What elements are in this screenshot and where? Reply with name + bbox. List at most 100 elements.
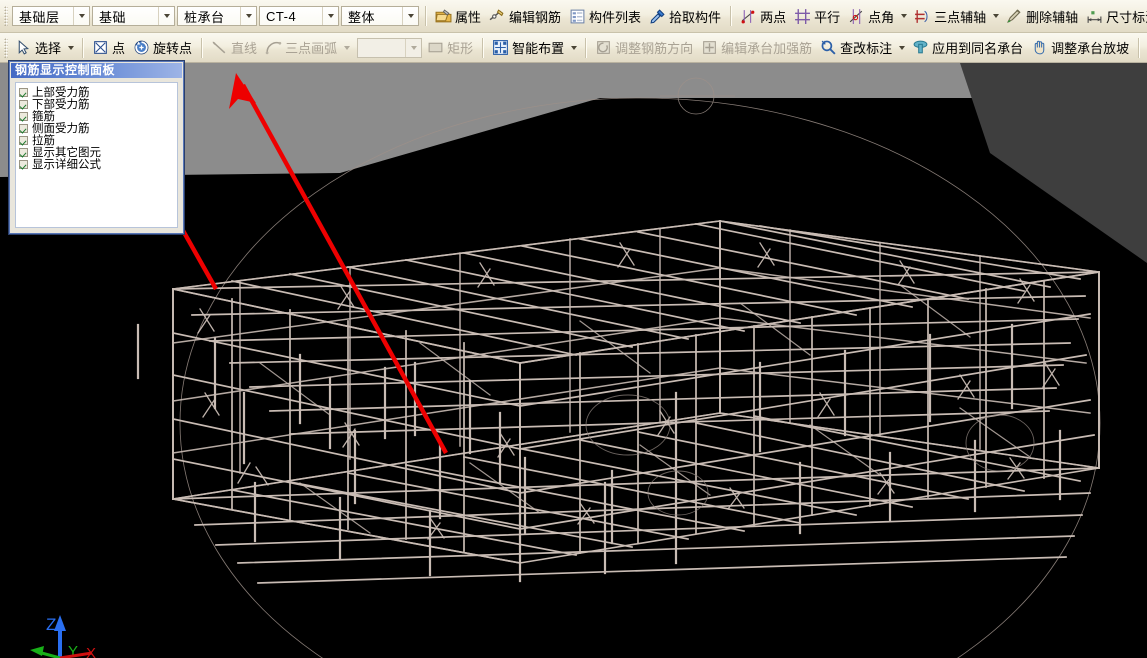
properties-label: 属性 bbox=[455, 7, 481, 26]
point-icon bbox=[92, 39, 109, 56]
parallel-axis-button[interactable]: 平行 bbox=[790, 4, 844, 28]
toolbar-separator bbox=[425, 6, 426, 26]
chevron-down-icon[interactable] bbox=[240, 7, 256, 25]
two-point-label: 两点 bbox=[760, 7, 786, 26]
adjust-cap-slope-button[interactable]: 调整承台放坡 bbox=[1027, 36, 1133, 60]
rotate-point-button[interactable]: 旋转点 bbox=[129, 36, 196, 60]
apply-to-same-name-cap-label: 应用到同名承台 bbox=[932, 38, 1023, 57]
select-button[interactable]: 选择 bbox=[11, 36, 65, 60]
properties-icon bbox=[435, 8, 452, 25]
component-type-combo[interactable]: 桩承台 bbox=[177, 6, 257, 26]
arc-dropdown[interactable] bbox=[341, 37, 353, 59]
three-point-aux-dropdown[interactable] bbox=[990, 5, 1002, 27]
component-list-label: 构件列表 bbox=[589, 7, 641, 26]
checkbox-bottom-main-rebar[interactable] bbox=[19, 100, 28, 109]
check-edit-annotation-button[interactable]: 查改标注 bbox=[816, 36, 896, 60]
checkbox-show-other-elements[interactable] bbox=[19, 148, 28, 157]
toolbar-separator bbox=[1138, 38, 1139, 58]
line-label: 直线 bbox=[231, 38, 257, 57]
checkbox-side-main-rebar[interactable] bbox=[19, 124, 28, 133]
svg-text:X: X bbox=[86, 645, 96, 658]
apply-same-icon bbox=[912, 39, 929, 56]
adjust-rebar-direction-button[interactable]: 调整钢筋方向 bbox=[591, 36, 697, 60]
adjust-rebar-direction-label: 调整钢筋方向 bbox=[615, 38, 693, 57]
checkbox-show-detailed-formula[interactable] bbox=[19, 160, 28, 169]
svg-text:Z: Z bbox=[46, 615, 56, 634]
edit-cap-reinforcement-button[interactable]: 编辑承台加强筋 bbox=[697, 36, 816, 60]
cursor-icon bbox=[15, 39, 32, 56]
line-icon bbox=[211, 39, 228, 56]
rectangle-label: 矩形 bbox=[447, 38, 473, 57]
check-edit-annotation-label: 查改标注 bbox=[840, 38, 892, 57]
category-combo-value: 基础 bbox=[99, 7, 158, 26]
rectangle-icon bbox=[427, 39, 444, 56]
point-angle-dropdown[interactable] bbox=[898, 5, 910, 27]
toolbar-grip[interactable] bbox=[4, 6, 8, 26]
three-point-aux-label: 三点辅轴 bbox=[934, 7, 986, 26]
coordinate-axis-indicator: Z Y X bbox=[30, 615, 96, 658]
checkbox-tie-rebar[interactable] bbox=[19, 136, 28, 145]
edit-rebar-label: 编辑钢筋 bbox=[509, 7, 561, 26]
edit-rebar-button[interactable]: 编辑钢筋 bbox=[485, 4, 565, 28]
component-list-button[interactable]: 构件列表 bbox=[565, 4, 645, 28]
smart-layout-button[interactable]: 智能布置 bbox=[488, 36, 568, 60]
chevron-down-icon[interactable] bbox=[322, 7, 338, 25]
cage-top-outline bbox=[173, 221, 1099, 363]
rebar-display-control-panel[interactable]: 钢筋显示控制面板 上部受力筋 下部受力筋 箍筋 侧面受力筋 拉筋 显示其它图元 … bbox=[9, 61, 184, 234]
arc-icon bbox=[265, 39, 282, 56]
delete-aux-axis-button[interactable]: 删除辅轴 bbox=[1002, 4, 1082, 28]
toolbar-separator bbox=[82, 38, 83, 58]
arc-options-combo[interactable] bbox=[357, 38, 422, 58]
label-show-detailed-formula: 显示详细公式 bbox=[32, 158, 101, 170]
point-angle-label: 点角 bbox=[868, 7, 894, 26]
chevron-down-icon[interactable] bbox=[402, 7, 418, 25]
point-button[interactable]: 点 bbox=[88, 36, 129, 60]
apply-to-same-name-cap-button[interactable]: 应用到同名承台 bbox=[908, 36, 1027, 60]
checkbox-top-main-rebar[interactable] bbox=[19, 88, 28, 97]
hand-icon bbox=[1031, 39, 1048, 56]
pick-component-button[interactable]: 拾取构件 bbox=[645, 4, 725, 28]
main-toolbar-row-2: 选择 点 旋转点 直线 三点画弧 bbox=[0, 33, 1147, 63]
two-point-axis-button[interactable]: 两点 bbox=[736, 4, 790, 28]
adjust-rebar-icon bbox=[595, 39, 612, 56]
rebar-panel-title: 钢筋显示控制面板 bbox=[11, 63, 182, 78]
smart-layout-icon bbox=[492, 39, 509, 56]
parallel-label: 平行 bbox=[814, 7, 840, 26]
toolbar-separator bbox=[730, 6, 731, 26]
three-point-aux-axis-button[interactable]: 三点辅轴 bbox=[910, 4, 990, 28]
toolbar-separator bbox=[482, 38, 483, 58]
three-point-arc-button[interactable]: 三点画弧 bbox=[261, 36, 341, 60]
point-angle-icon bbox=[848, 8, 865, 25]
chevron-down-icon[interactable] bbox=[158, 7, 174, 25]
edit-cap-rebar-icon bbox=[701, 39, 718, 56]
bottom-mesh-longitudinal bbox=[173, 468, 1099, 583]
chevron-down-icon[interactable] bbox=[405, 39, 421, 57]
check-annotation-dropdown[interactable] bbox=[896, 37, 908, 59]
properties-button[interactable]: 属性 bbox=[431, 4, 485, 28]
checkbox-row-show-detailed-formula[interactable]: 显示详细公式 bbox=[19, 158, 177, 170]
check-annotation-icon bbox=[820, 39, 837, 56]
arc-label: 三点画弧 bbox=[285, 38, 337, 57]
checkbox-stirrup[interactable] bbox=[19, 112, 28, 121]
delete-aux-icon bbox=[1006, 8, 1023, 25]
point-angle-axis-button[interactable]: 点角 bbox=[844, 4, 898, 28]
view-mode-combo[interactable]: 整体 bbox=[341, 6, 419, 26]
adjust-cap-slope-label: 调整承台放坡 bbox=[1051, 38, 1129, 57]
component-name-combo-value: CT-4 bbox=[266, 9, 322, 24]
rebar-cage bbox=[138, 221, 1099, 583]
rectangle-button[interactable]: 矩形 bbox=[423, 36, 477, 60]
line-button[interactable]: 直线 bbox=[207, 36, 261, 60]
edit-rebar-icon bbox=[489, 8, 506, 25]
select-dropdown[interactable] bbox=[65, 37, 77, 59]
dimension-icon bbox=[1086, 8, 1103, 25]
dimension-button[interactable]: 尺寸标注 bbox=[1082, 4, 1147, 28]
level-combo-value: 基础层 bbox=[19, 7, 73, 26]
rebar-panel-list: 上部受力筋 下部受力筋 箍筋 侧面受力筋 拉筋 显示其它图元 显示详细公式 bbox=[15, 82, 178, 228]
toolbar-grip[interactable] bbox=[4, 38, 8, 58]
two-point-icon bbox=[740, 8, 757, 25]
level-combo[interactable]: 基础层 bbox=[12, 6, 90, 26]
chevron-down-icon[interactable] bbox=[73, 7, 89, 25]
smart-layout-dropdown[interactable] bbox=[568, 37, 580, 59]
category-combo[interactable]: 基础 bbox=[92, 6, 175, 26]
component-name-combo[interactable]: CT-4 bbox=[259, 6, 339, 26]
